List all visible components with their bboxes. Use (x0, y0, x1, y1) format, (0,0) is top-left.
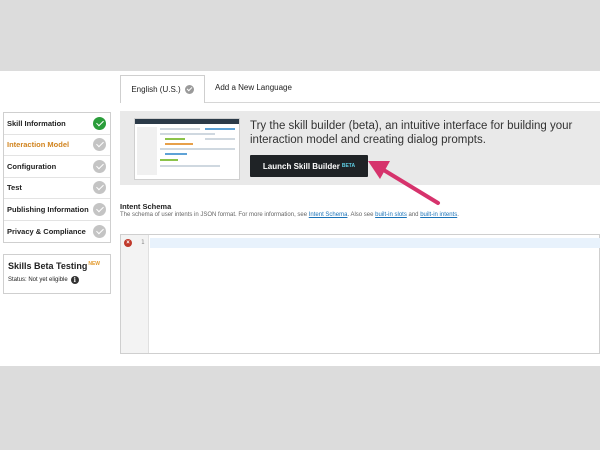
check-icon (184, 85, 194, 94)
sidebar-item-label: Test (7, 183, 22, 193)
sidebar-item-test[interactable]: Test (4, 178, 110, 199)
new-badge: NEW (88, 261, 101, 267)
intent-schema-title: Intent Schema (120, 202, 172, 211)
desc-text: . Also see (347, 212, 376, 218)
line-number: 1 (141, 239, 145, 246)
top-gray-band (0, 0, 600, 71)
banner-message: Try the skill builder (beta), an intuiti… (250, 120, 573, 146)
desc-text: and (406, 212, 421, 218)
intent-schema-editor[interactable]: × 1 (120, 234, 600, 354)
check-icon (93, 116, 106, 130)
editor-gutter: × 1 (121, 235, 149, 353)
launch-button-label: Launch Skill Builder (262, 161, 340, 171)
bottom-gray-band (0, 366, 600, 450)
skill-builder-preview-image (134, 118, 240, 180)
desc-text: . (457, 212, 459, 218)
check-icon (93, 224, 106, 238)
info-icon[interactable]: i (70, 276, 79, 284)
check-icon (93, 159, 106, 173)
beta-badge: BETA (341, 163, 356, 169)
beta-testing-title: Skills Beta TestingNEW (8, 261, 106, 271)
add-language-link[interactable]: Add a New Language (215, 83, 292, 92)
error-icon: × (124, 239, 132, 247)
tab-english-us[interactable]: English (U.S.) (120, 75, 205, 103)
beta-status-text: Status: Not yet eligible (8, 277, 68, 283)
sidebar-item-interaction-model[interactable]: Interaction Model (4, 135, 110, 156)
check-icon (93, 181, 106, 195)
skills-beta-testing-panel: Skills Beta TestingNEW Status: Not yet e… (3, 254, 111, 294)
sidebar-item-publishing-information[interactable]: Publishing Information (4, 199, 110, 221)
intent-schema-description: The schema of user intents in JSON forma… (120, 211, 480, 219)
built-in-intents-link[interactable]: built-in intents (420, 212, 457, 218)
sidebar-item-label: Configuration (7, 161, 57, 171)
active-line-highlight[interactable] (150, 238, 600, 248)
tab-divider (205, 102, 600, 103)
beta-title-text: Skills Beta Testing (8, 261, 88, 271)
main-content: English (U.S.) Add a New Language Skill … (0, 71, 600, 366)
sidebar-item-label: Privacy & Compliance (7, 226, 86, 236)
pointer-arrow-icon (368, 161, 440, 205)
skill-steps-sidebar: Skill Information Interaction Model Conf… (3, 112, 111, 243)
sidebar-item-skill-information[interactable]: Skill Information (4, 113, 110, 135)
sidebar-item-label: Publishing Information (7, 204, 89, 214)
desc-text: The schema of user intents in JSON forma… (120, 212, 309, 218)
beta-status: Status: Not yet eligible i (8, 276, 106, 284)
check-icon (93, 138, 106, 152)
intent-schema-link[interactable]: Intent Schema (309, 212, 348, 218)
check-icon (93, 202, 106, 216)
sidebar-item-configuration[interactable]: Configuration (4, 156, 110, 178)
sidebar-item-privacy-compliance[interactable]: Privacy & Compliance (4, 221, 110, 243)
built-in-slots-link[interactable]: built-in slots (375, 212, 407, 218)
sidebar-item-label: Skill Information (7, 118, 66, 128)
launch-skill-builder-button[interactable]: Launch Skill Builder BETA (250, 155, 368, 177)
tab-label: English (U.S.) (131, 85, 181, 94)
sidebar-item-label: Interaction Model (7, 140, 70, 150)
